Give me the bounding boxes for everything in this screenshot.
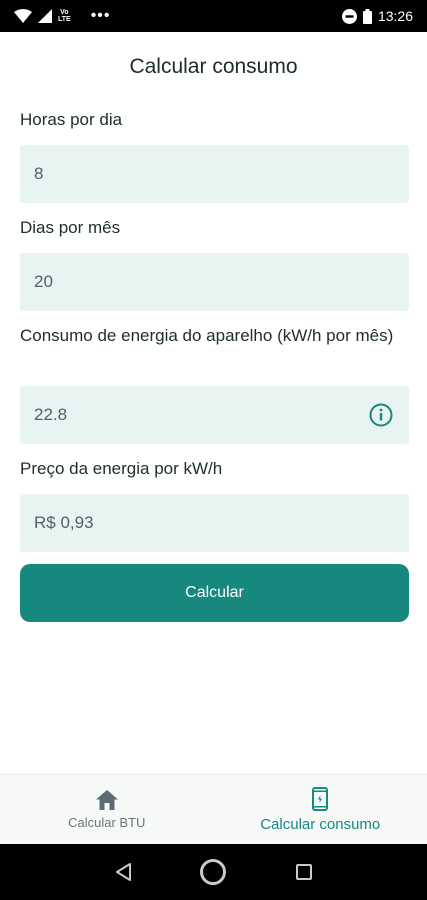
nav-item-calcular-btu[interactable]: Calcular BTU: [0, 775, 214, 844]
system-navigation-bar: [0, 844, 427, 900]
status-time: 13:26: [377, 8, 413, 24]
nav-label-calcular-consumo: Calcular consumo: [260, 815, 381, 833]
hours-label: Horas por dia: [20, 110, 123, 129]
bottom-navigation: Calcular BTU Calcular consumo: [0, 774, 427, 844]
price-input[interactable]: [34, 513, 334, 533]
home-button-icon[interactable]: [199, 858, 227, 886]
calculate-button[interactable]: Calcular: [20, 564, 409, 622]
consumption-input[interactable]: [34, 405, 334, 425]
status-bar: Vo LTE ••• 13:26: [0, 0, 427, 32]
do-not-disturb-icon: [341, 8, 357, 24]
volte-icon: Vo LTE: [58, 9, 71, 23]
hours-input[interactable]: [34, 164, 334, 184]
consumption-field[interactable]: [20, 386, 409, 444]
days-input[interactable]: [34, 272, 334, 292]
info-icon[interactable]: [369, 403, 393, 427]
phone-energy-icon: [312, 786, 329, 811]
price-label: Preço da energia por kW/h: [20, 459, 223, 478]
home-icon: [95, 789, 118, 810]
nav-item-calcular-consumo[interactable]: Calcular consumo: [214, 775, 427, 844]
wifi-icon: [14, 9, 32, 23]
days-label: Dias por mês: [20, 218, 121, 237]
signal-icon: [38, 9, 52, 23]
app-screen: Vo LTE ••• 13:26 Calcular consumo Horas …: [0, 0, 427, 900]
nav-label-calcular-btu: Calcular BTU: [68, 814, 146, 830]
battery-icon: [362, 8, 372, 24]
status-icons-left: Vo LTE •••: [14, 7, 111, 25]
hours-field[interactable]: [20, 145, 409, 203]
days-field[interactable]: [20, 253, 409, 311]
volte-bottom-text: LTE: [58, 16, 71, 23]
recents-icon[interactable]: [295, 863, 313, 881]
page-title: Calcular consumo: [129, 55, 298, 78]
status-icons-right: 13:26: [341, 8, 413, 24]
more-notifications-icon: •••: [90, 7, 111, 24]
back-icon[interactable]: [114, 862, 132, 882]
consumption-label: Consumo de energia do aparelho (kW/h por…: [20, 326, 394, 345]
price-field[interactable]: [20, 494, 409, 552]
volte-top-text: Vo: [60, 9, 69, 16]
